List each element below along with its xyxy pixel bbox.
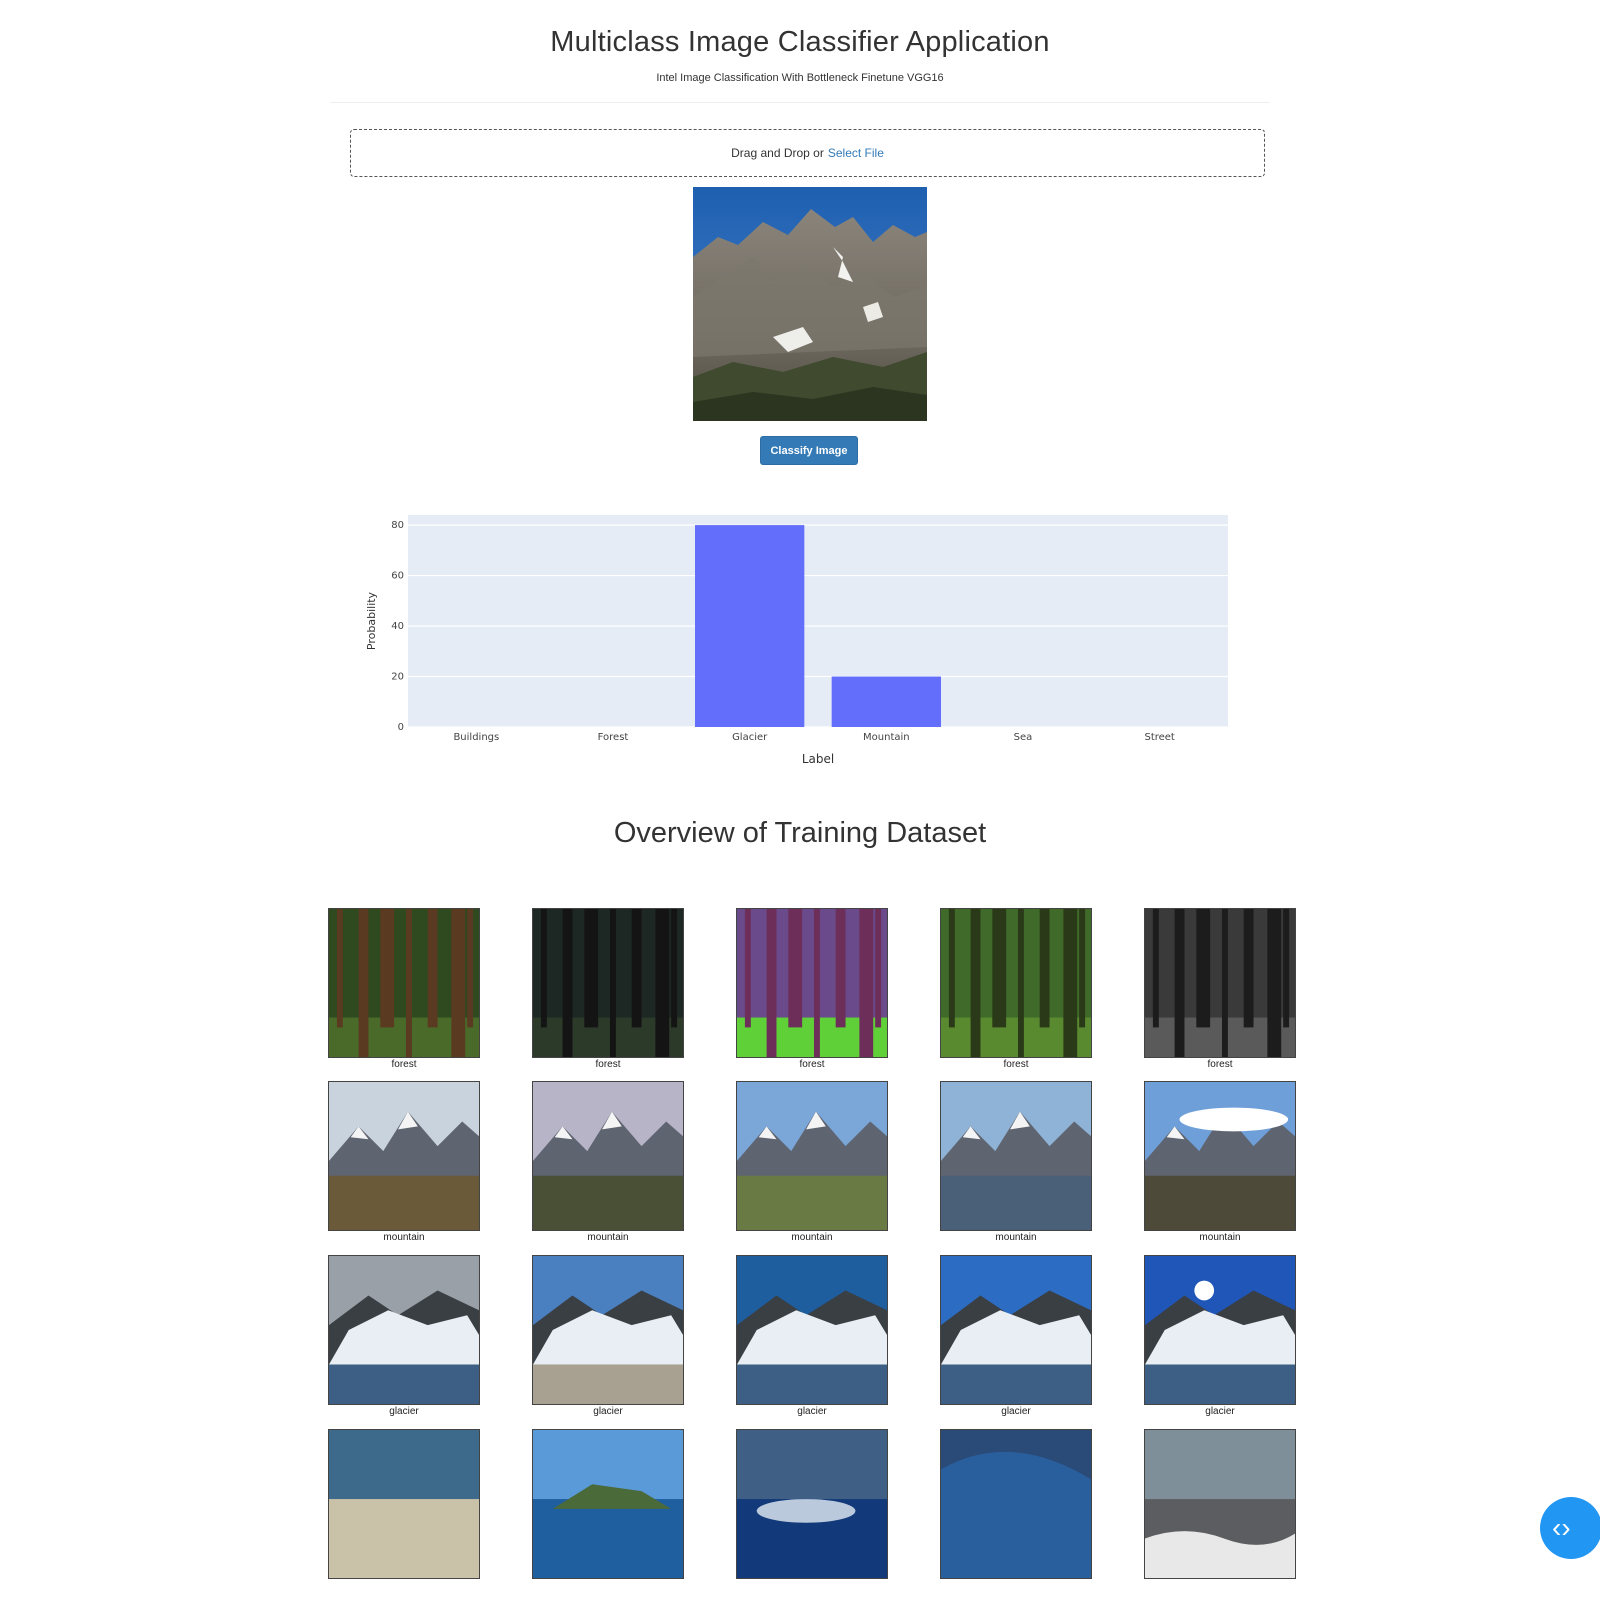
dataset-thumbnail [940,908,1092,1058]
code-arrows-icon: ‹› [1552,1512,1571,1543]
page-subtitle: Intel Image Classification With Bottlene… [656,72,944,84]
y-tick-label: 40 [391,621,404,632]
thumbnail-caption: mountain [995,1232,1037,1243]
y-tick-label: 0 [398,722,404,733]
header-divider [330,102,1270,103]
x-tick-label: Buildings [453,732,499,743]
thumbnail-caption: glacier [593,1406,623,1417]
dataset-thumbnail [328,1429,480,1579]
thumbnail-caption: mountain [383,1232,425,1243]
y-tick-label: 80 [391,520,404,531]
y-axis-title: Probability [365,591,378,650]
plot-area [408,515,1228,727]
file-dropzone[interactable]: Drag and Drop or Select File [350,129,1265,177]
dataset-thumbnail [532,908,684,1058]
x-tick-label: Street [1144,732,1174,743]
thumbnail-caption: forest [1207,1059,1233,1070]
select-file-link[interactable]: Select File [828,146,884,160]
code-toggle-button[interactable]: ‹› [1540,1497,1600,1559]
bar-glacier [695,525,805,727]
dataset-thumbnail [736,1255,888,1405]
x-axis-title: Label [802,752,834,766]
dataset-thumbnail [532,1255,684,1405]
dataset-thumbnail [1144,908,1296,1058]
dataset-thumbnail [532,1429,684,1579]
dataset-thumbnail [328,908,480,1058]
classify-image-button[interactable]: Classify Image [760,436,858,465]
thumbnail-caption: forest [799,1059,825,1070]
dataset-thumbnail [328,1255,480,1405]
x-tick-label: Glacier [732,732,768,743]
x-tick-label: Sea [1014,732,1033,743]
thumbnail-caption: glacier [797,1406,827,1417]
dataset-thumbnail [940,1081,1092,1231]
dataset-thumbnail [940,1429,1092,1579]
thumbnail-caption: mountain [587,1232,629,1243]
dataset-thumbnail [736,1429,888,1579]
x-tick-label: Forest [598,732,629,743]
x-tick-label: Mountain [863,732,910,743]
dataset-thumbnail [1144,1081,1296,1231]
bar-mountain [831,676,941,727]
dataset-thumbnail [736,1081,888,1231]
thumbnail-caption: forest [595,1059,621,1070]
dataset-thumbnail [736,908,888,1058]
thumbnail-caption: mountain [1199,1232,1241,1243]
thumbnail-caption: forest [391,1059,417,1070]
dataset-thumbnail [1144,1429,1296,1579]
probability-bar-chart: 0 20 40 60 80 Buildings Forest Glacier Mountain S… [350,500,1250,775]
dataset-thumbnail [328,1081,480,1231]
thumbnail-caption: forest [1003,1059,1029,1070]
thumbnail-caption: mountain [791,1232,833,1243]
thumbnail-caption: glacier [1205,1406,1235,1417]
dataset-thumbnail [532,1081,684,1231]
uploaded-image-preview [693,187,927,421]
y-tick-label: 60 [391,571,404,582]
thumbnail-caption: glacier [1001,1406,1031,1417]
dataset-thumbnail [940,1255,1092,1405]
overview-title: Overview of Training Dataset [613,817,987,849]
thumbnail-caption: glacier [389,1406,419,1417]
dataset-thumbnail [1144,1255,1296,1405]
page-title: Multiclass Image Classifier Application [550,26,1050,58]
dropzone-prompt: Drag and Drop or [731,146,824,160]
y-tick-label: 20 [391,672,404,683]
